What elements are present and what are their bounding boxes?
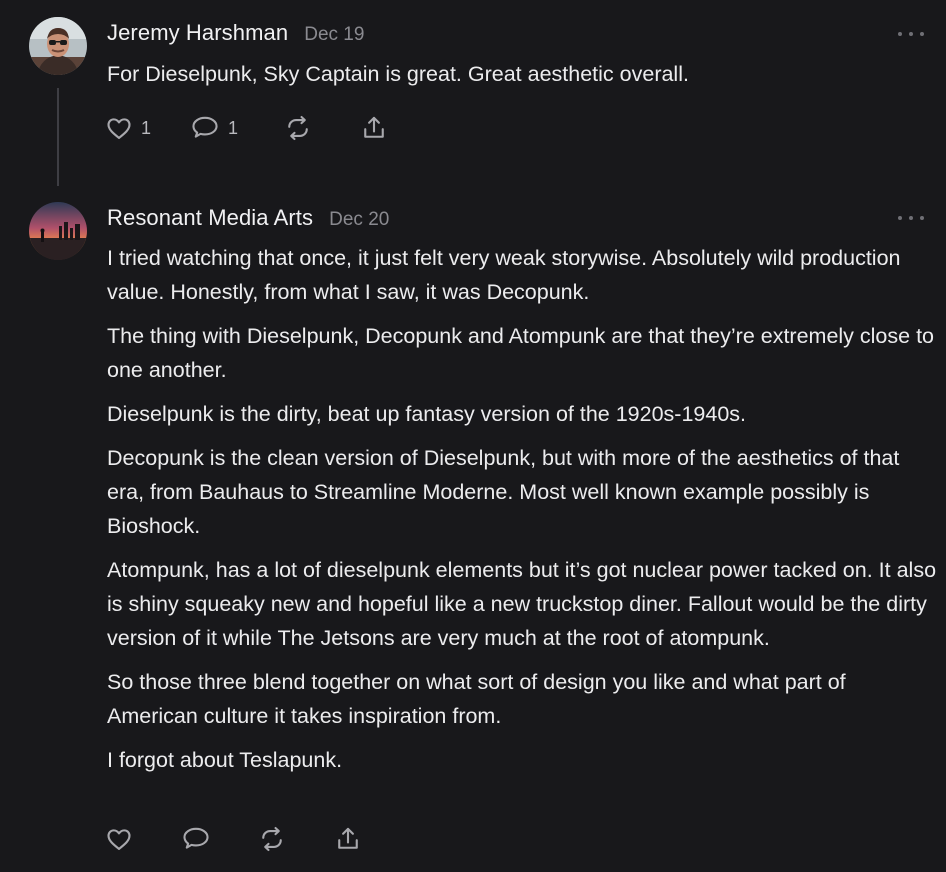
post-actions bbox=[105, 824, 405, 854]
heart-icon bbox=[107, 118, 131, 139]
post-body: For Dieselpunk, Sky Captain is great. Gr… bbox=[107, 57, 937, 101]
more-options-icon[interactable] bbox=[898, 28, 924, 40]
person-portrait-avatar-icon bbox=[29, 17, 87, 75]
reply-count: 1 bbox=[228, 117, 239, 138]
repost-icon bbox=[262, 826, 282, 852]
sunset-landscape-avatar-icon bbox=[29, 202, 87, 260]
like-button[interactable]: 1 bbox=[105, 113, 151, 143]
author-name[interactable]: Jeremy Harshman bbox=[107, 20, 288, 46]
share-button[interactable] bbox=[360, 113, 388, 143]
more-options-icon[interactable] bbox=[898, 212, 924, 224]
post-date[interactable]: Dec 19 bbox=[304, 24, 364, 46]
repost-button[interactable] bbox=[284, 113, 312, 143]
share-icon bbox=[364, 116, 384, 138]
post-header: Jeremy Harshman Dec 19 bbox=[107, 20, 364, 46]
repost-icon bbox=[288, 115, 308, 141]
post-paragraph: Atompunk, has a lot of dieselpunk elemen… bbox=[107, 558, 937, 650]
repost-button[interactable] bbox=[258, 824, 286, 854]
post-actions: 1 1 bbox=[105, 113, 405, 143]
comment-bubble-icon bbox=[192, 116, 218, 138]
post-date[interactable]: Dec 20 bbox=[329, 209, 389, 231]
post-header: Resonant Media Arts Dec 20 bbox=[107, 205, 389, 231]
post-paragraph: The thing with Dieselpunk, Decopunk and … bbox=[107, 324, 935, 382]
post-jeremy-harshman: Jeremy Harshman Dec 19 For Dieselpunk, S… bbox=[0, 0, 946, 190]
post-resonant-media-arts: Resonant Media Arts Dec 20 I tried watch… bbox=[0, 190, 946, 872]
post-paragraph: I tried watching that once, it just felt… bbox=[107, 246, 901, 304]
post-paragraph: So those three blend together on what so… bbox=[107, 670, 846, 728]
post-paragraph: Dieselpunk is the dirty, beat up fantasy… bbox=[107, 402, 747, 426]
thread-connector-line bbox=[57, 88, 59, 186]
post-body: I tried watching that once, it just felt… bbox=[107, 241, 937, 787]
share-icon bbox=[338, 827, 358, 849]
heart-icon bbox=[107, 829, 131, 850]
comment-bubble-icon bbox=[183, 827, 209, 849]
author-name[interactable]: Resonant Media Arts bbox=[107, 205, 313, 231]
avatar[interactable] bbox=[29, 202, 87, 260]
reply-button[interactable] bbox=[181, 824, 219, 854]
share-button[interactable] bbox=[334, 824, 362, 854]
reply-button[interactable]: 1 bbox=[190, 113, 238, 143]
post-paragraph: Decopunk is the clean version of Dieselp… bbox=[107, 446, 900, 538]
like-count: 1 bbox=[141, 117, 152, 138]
like-button[interactable] bbox=[105, 824, 141, 854]
avatar[interactable] bbox=[29, 17, 87, 75]
post-paragraph: I forgot about Teslapunk. bbox=[107, 748, 343, 772]
post-paragraph: For Dieselpunk, Sky Captain is great. Gr… bbox=[107, 62, 689, 86]
